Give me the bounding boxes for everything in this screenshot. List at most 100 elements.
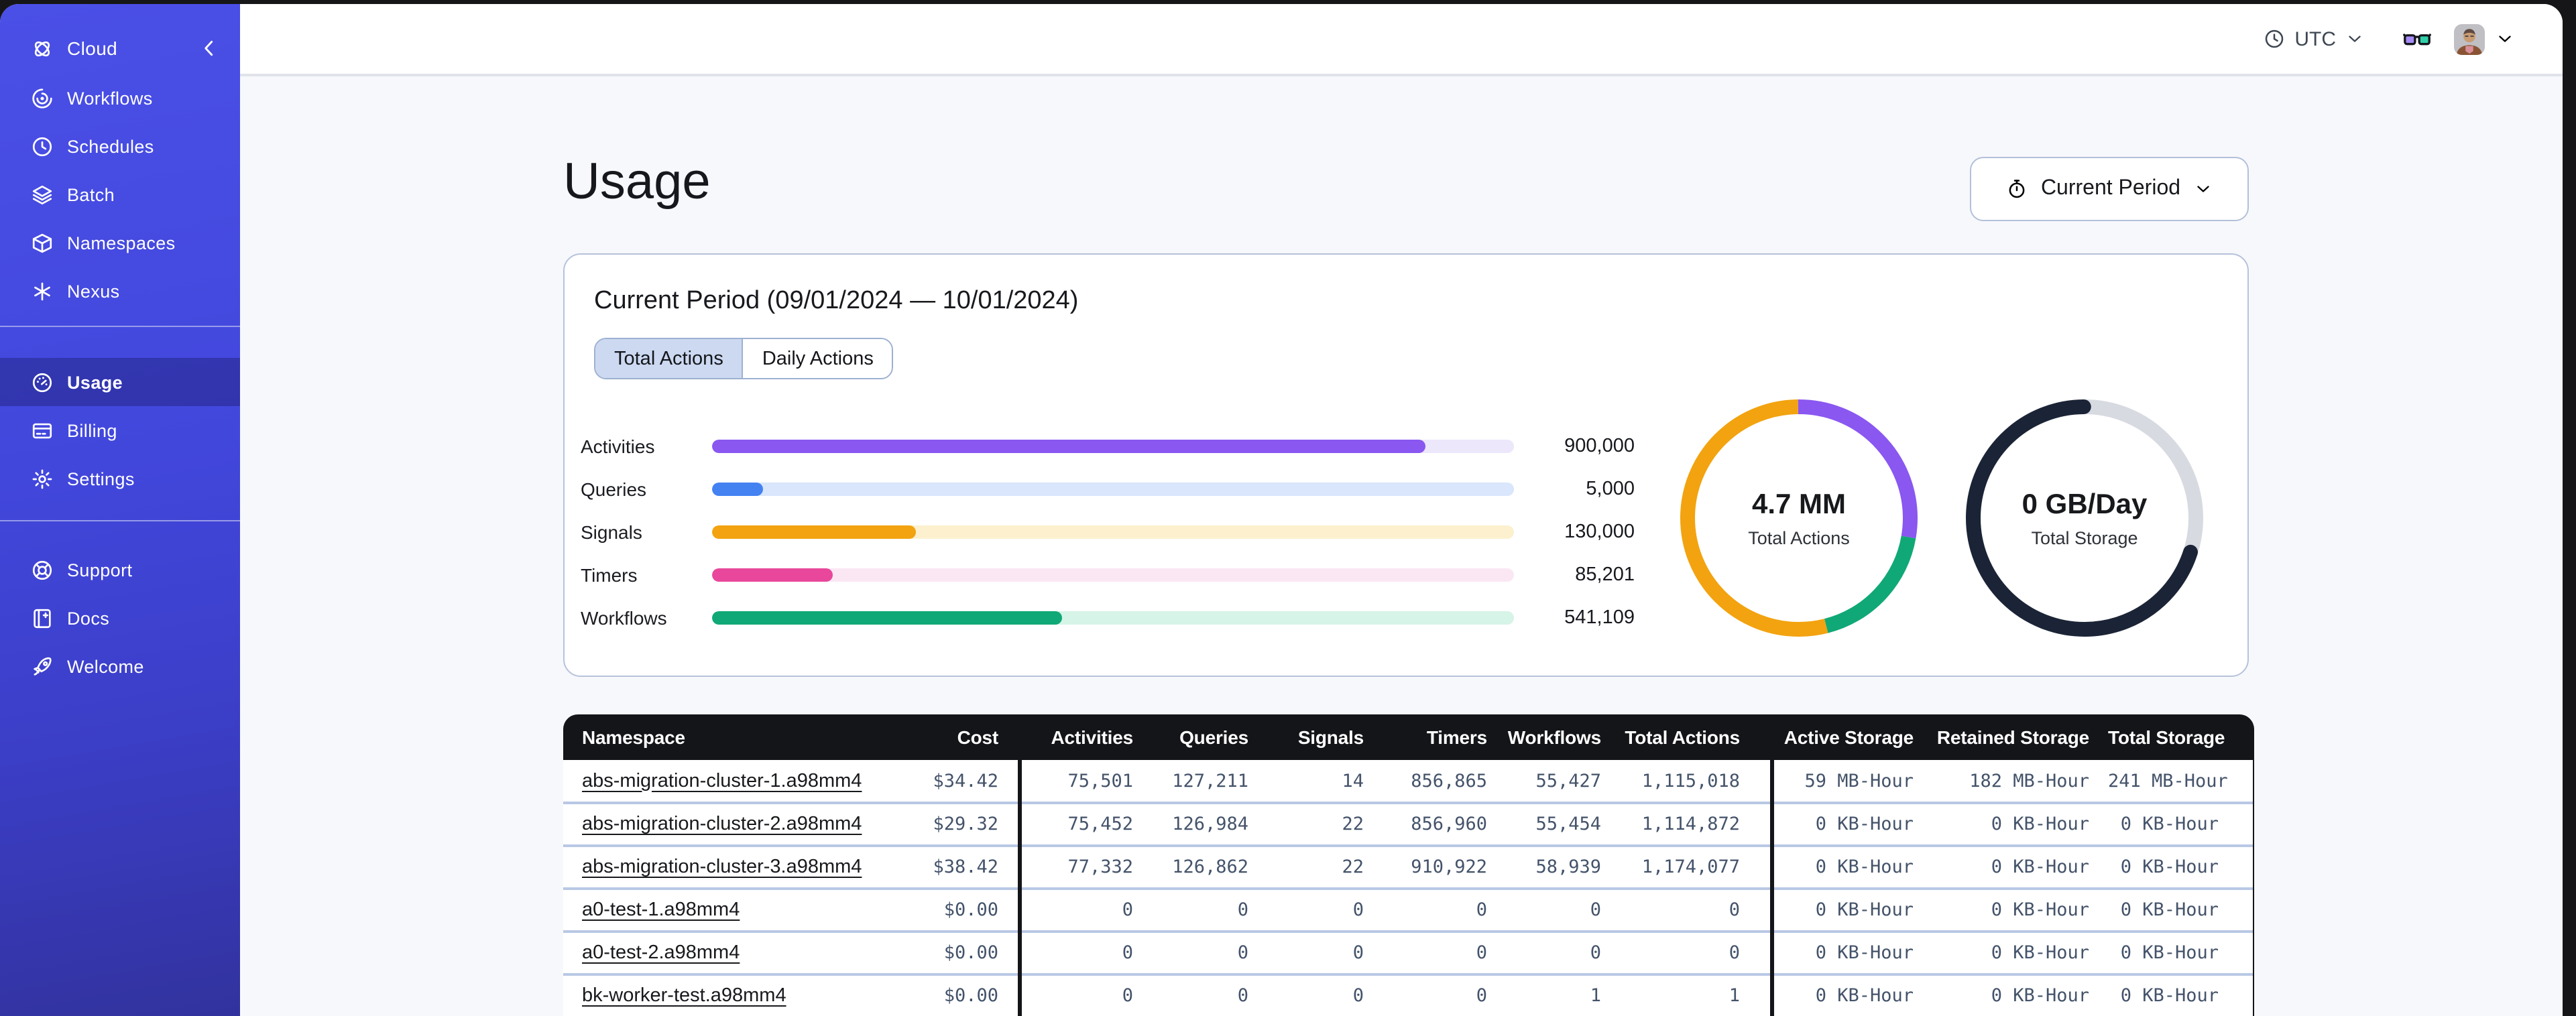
sidebar-item-workflows[interactable]: Workflows — [0, 74, 240, 122]
user-menu-chevron[interactable] — [2496, 29, 2514, 48]
column-header-cost: Cost — [912, 714, 1019, 760]
app-window: UTC Usage Current Period Current Period … — [0, 4, 2563, 1016]
sidebar-collapse-button[interactable] — [197, 36, 221, 60]
bar-row-workflows: Workflows 541,109 — [581, 596, 1635, 639]
cell-cost: $0.00 — [912, 889, 1019, 933]
column-header-total_storage: Total Storage — [2108, 714, 2254, 760]
table-row: abs-migration-cluster-1.a98mm4 $34.42 75,5… — [563, 760, 2254, 804]
sidebar-brand: Cloud — [0, 25, 240, 71]
cell-activities: 75,452 — [1017, 803, 1152, 847]
book-icon — [31, 607, 54, 629]
chevron-down-icon — [2345, 29, 2364, 48]
cell-signals: 14 — [1267, 760, 1383, 804]
cell-namespace: abs-migration-cluster-1.a98mm4 — [563, 760, 912, 804]
cell-workflows: 55,454 — [1506, 803, 1620, 847]
table-row: abs-migration-cluster-3.a98mm4 $38.42 77,3… — [563, 846, 2254, 890]
total-storage-donut: 0 GB/Day Total Storage — [1966, 399, 2203, 637]
column-header-namespace: Namespace — [563, 714, 912, 760]
screen: UTC Usage Current Period Current Period … — [0, 0, 2576, 1016]
cell-timers: 0 — [1383, 974, 1506, 1016]
table-header-row: Namespace Cost Activities Queries Signals Tim… — [563, 714, 2254, 760]
namespace-link[interactable]: a0-test-2.a98mm4 — [582, 942, 740, 964]
cell-total_actions: 1,115,018 — [1620, 760, 1771, 804]
user-avatar[interactable] — [2454, 23, 2485, 54]
tab-total-actions[interactable]: Total Actions — [595, 339, 742, 378]
usage-summary-card: Current Period (09/01/2024 — 10/01/2024)… — [563, 253, 2249, 677]
cell-queries: 126,862 — [1152, 846, 1267, 890]
donut-center-label: Total Storage — [2031, 527, 2138, 548]
namespace-link[interactable]: abs-migration-cluster-3.a98mm4 — [582, 856, 862, 878]
cell-timers: 0 — [1383, 932, 1506, 976]
cell-namespace: abs-migration-cluster-3.a98mm4 — [563, 846, 912, 890]
sidebar-item-label: Batch — [67, 184, 115, 204]
sidebar-item-namespaces[interactable]: Namespaces — [0, 218, 240, 267]
cell-signals: 0 — [1267, 932, 1383, 976]
sidebar-item-label: Docs — [67, 608, 110, 628]
layers-icon — [31, 183, 54, 206]
column-header-signals: Signals — [1267, 714, 1383, 760]
cell-total_storage: 0 KB-Hour — [2108, 974, 2254, 1016]
tab-daily-actions[interactable]: Daily Actions — [742, 339, 892, 378]
bar-track — [712, 440, 1514, 453]
spiral-icon — [31, 86, 54, 109]
cell-cost: $38.42 — [912, 846, 1019, 890]
sidebar-item-label: Welcome — [67, 656, 144, 676]
sidebar-item-welcome[interactable]: Welcome — [0, 642, 240, 690]
cell-signals: 0 — [1267, 889, 1383, 933]
cell-namespace: abs-migration-cluster-2.a98mm4 — [563, 803, 912, 847]
bar-label: Activities — [581, 436, 655, 457]
cell-workflows: 58,939 — [1506, 846, 1620, 890]
feedback-glasses-button[interactable] — [2403, 31, 2431, 47]
cell-timers: 856,960 — [1383, 803, 1506, 847]
cell-cost: $34.42 — [912, 760, 1019, 804]
namespace-link[interactable]: bk-worker-test.a98mm4 — [582, 985, 786, 1007]
bar-fill — [712, 611, 1062, 625]
sidebar-item-settings[interactable]: Settings — [0, 454, 240, 503]
bar-track — [712, 611, 1514, 625]
column-header-timers: Timers — [1383, 714, 1506, 760]
sidebar-item-label: Usage — [67, 372, 123, 392]
bar-track — [712, 525, 1514, 539]
namespace-link[interactable]: abs-migration-cluster-1.a98mm4 — [582, 770, 862, 791]
gear-icon — [31, 467, 54, 490]
cell-retained_storage: 0 KB-Hour — [1932, 846, 2108, 890]
column-header-workflows: Workflows — [1506, 714, 1620, 760]
namespace-link[interactable]: a0-test-1.a98mm4 — [582, 899, 740, 921]
cell-namespace: a0-test-1.a98mm4 — [563, 889, 912, 933]
table-row: bk-worker-test.a98mm4 $0.00 0 0 0 0 1 1 0 KB-Hou… — [563, 974, 2254, 1016]
cell-total_actions: 0 — [1620, 932, 1771, 976]
cell-workflows: 0 — [1506, 932, 1620, 976]
sidebar-item-support[interactable]: Support — [0, 546, 240, 594]
cell-timers: 0 — [1383, 889, 1506, 933]
cell-workflows: 1 — [1506, 974, 1620, 1016]
cell-retained_storage: 0 KB-Hour — [1932, 932, 2108, 976]
bar-fill — [712, 483, 764, 496]
sidebar-item-billing[interactable]: Billing — [0, 406, 240, 454]
sidebar-item-label: Billing — [67, 420, 117, 440]
sidebar-item-batch[interactable]: Batch — [0, 170, 240, 218]
page-title: Usage — [563, 154, 711, 210]
donut-center-label: Total Actions — [1748, 527, 1850, 548]
timezone-picker[interactable]: UTC — [2264, 27, 2364, 50]
bar-row-timers: Timers 85,201 — [581, 554, 1635, 596]
donut-center-value: 4.7 MM — [1751, 489, 1846, 519]
cell-timers: 856,865 — [1383, 760, 1506, 804]
sidebar-item-label: Workflows — [67, 88, 153, 108]
main-content: Usage Current Period Current Period (09/… — [240, 76, 2563, 1016]
credit-card-icon — [31, 419, 54, 442]
bar-fill — [712, 440, 1426, 453]
period-select-button[interactable]: Current Period — [1970, 157, 2249, 221]
cell-retained_storage: 0 KB-Hour — [1932, 803, 2108, 847]
namespace-link[interactable]: abs-migration-cluster-2.a98mm4 — [582, 814, 862, 835]
cell-signals: 0 — [1267, 974, 1383, 1016]
cell-activities: 0 — [1017, 932, 1152, 976]
table-row: a0-test-1.a98mm4 $0.00 0 0 0 0 0 0 0 KB-Hour 0 KB… — [563, 889, 2254, 933]
cell-activities: 0 — [1017, 974, 1152, 1016]
sidebar-item-nexus[interactable]: Nexus — [0, 267, 240, 315]
cell-cost: $0.00 — [912, 974, 1019, 1016]
sidebar-item-docs[interactable]: Docs — [0, 594, 240, 642]
sidebar-item-usage[interactable]: Usage — [0, 358, 240, 406]
cell-workflows: 0 — [1506, 889, 1620, 933]
sidebar-item-schedules[interactable]: Schedules — [0, 122, 240, 170]
cell-total_storage: 241 MB-Hour — [2108, 760, 2254, 804]
